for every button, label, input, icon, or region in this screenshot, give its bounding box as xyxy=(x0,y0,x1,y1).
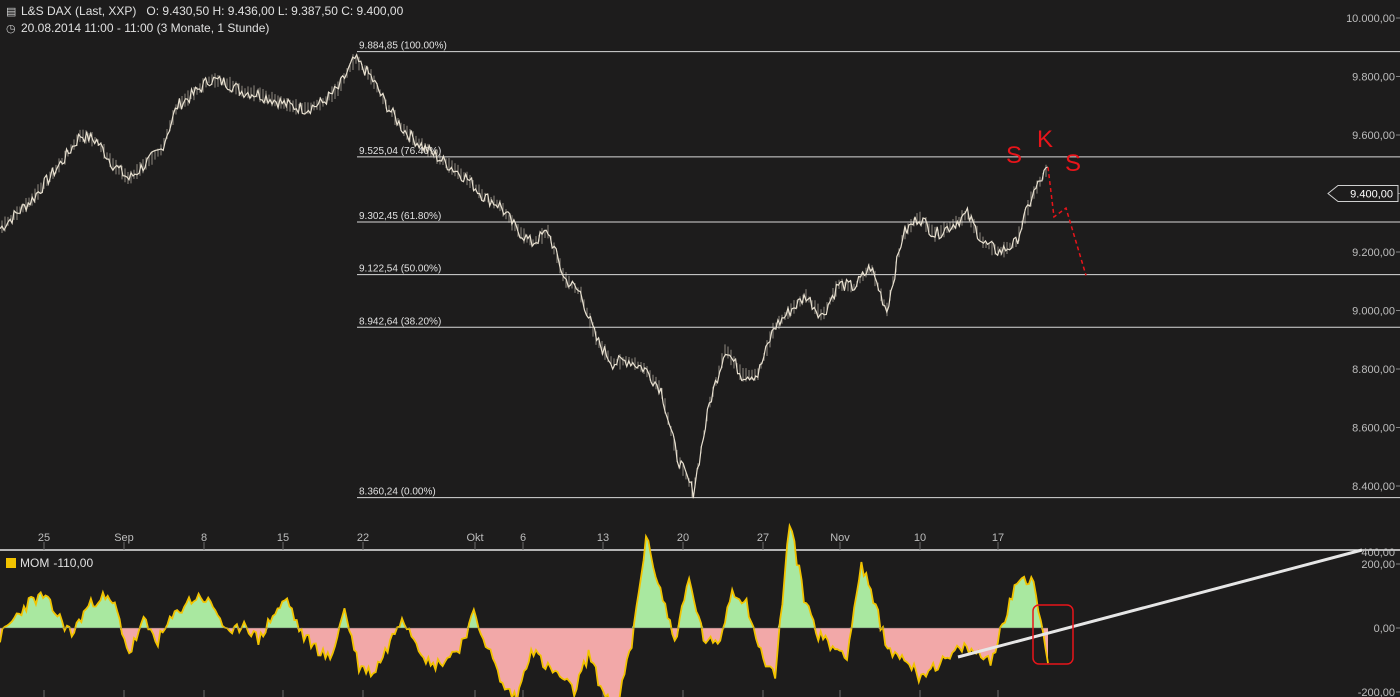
momentum-legend: MOM -110,00 xyxy=(6,556,93,570)
x-tick-label: Sep xyxy=(114,532,134,544)
x-tick-label: 13 xyxy=(597,532,609,544)
fib-level-label: 9.884,85 (100.00%) xyxy=(359,41,447,52)
chart-canvas[interactable]: 10.000,00 9.800,00 9.600,00 9.400,00 9.200,0… xyxy=(0,0,1400,697)
pattern-label: S xyxy=(1065,150,1081,177)
y-tick-label: 10.000,00 xyxy=(1346,13,1395,25)
fib-level-label: 9.302,45 (61.80%) xyxy=(359,211,441,222)
y-tick-label: 8.800,00 xyxy=(1352,364,1395,376)
momentum-title: MOM xyxy=(20,556,50,570)
last-price-label: 9.400,00 xyxy=(1350,189,1393,201)
y-tick-label: 8.600,00 xyxy=(1352,423,1395,435)
momentum-line xyxy=(0,522,1049,697)
x-tick-label: 25 xyxy=(38,532,50,544)
mom-y-tick-label: 200,00 xyxy=(1361,559,1395,571)
x-tick-label: 6 xyxy=(520,532,526,544)
pattern-label: S xyxy=(1006,142,1022,169)
fib-level-label: 9.122,54 (50.00%) xyxy=(359,264,441,275)
x-tick-label: 10 xyxy=(914,532,926,544)
x-tick-label: Nov xyxy=(830,532,850,544)
y-tick-label: 8.400,00 xyxy=(1352,481,1395,493)
fib-level-label: 8.360,24 (0.00%) xyxy=(359,487,436,498)
momentum-negative-area xyxy=(0,628,1048,697)
y-tick-label: 9.600,00 xyxy=(1352,130,1395,142)
momentum-value: -110,00 xyxy=(53,556,94,570)
x-tick-label: 15 xyxy=(277,532,289,544)
y-tick-label: 9.800,00 xyxy=(1352,72,1395,84)
fib-level-label: 8.942,64 (38.20%) xyxy=(359,316,441,327)
mom-y-tick-label: -200,00 xyxy=(1358,687,1395,697)
projection-dashed-line xyxy=(1047,167,1087,276)
mom-y-tick-label-top: 400,00 xyxy=(1361,547,1395,559)
momentum-swatch xyxy=(6,558,16,568)
x-tick-label: 27 xyxy=(757,532,769,544)
x-tick-label: 8 xyxy=(201,532,207,544)
y-tick-label: 9.000,00 xyxy=(1352,306,1395,318)
x-tick-label: 17 xyxy=(992,532,1004,544)
x-tick-label: Okt xyxy=(466,532,483,544)
x-tick-label: 20 xyxy=(677,532,689,544)
y-tick-label: 9.200,00 xyxy=(1352,247,1395,259)
pattern-label: K xyxy=(1037,126,1053,153)
x-tick-label: 22 xyxy=(357,532,369,544)
mom-y-tick-label: 0,00 xyxy=(1374,623,1395,635)
price-line xyxy=(0,53,1049,499)
